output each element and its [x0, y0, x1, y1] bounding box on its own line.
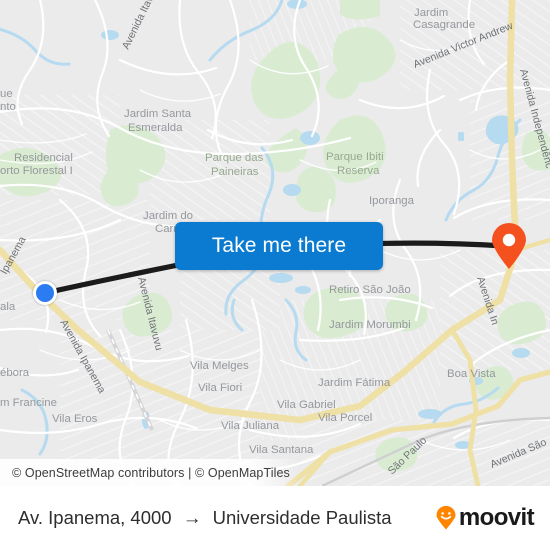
map-label: Vila Gabriel [277, 399, 336, 411]
map-label: Vila Eros [52, 413, 98, 425]
map-label: Boa Vista [447, 368, 496, 380]
moovit-pin-icon [436, 506, 456, 530]
map-label: Reserva [337, 165, 380, 177]
map-label: Casagrande [413, 19, 475, 31]
map-label: Vila Juliana [221, 420, 280, 432]
arrow-right-icon: → [182, 507, 202, 529]
map-attribution[interactable]: © OpenStreetMap contributors | © OpenMap… [0, 459, 300, 486]
take-me-there-button[interactable]: Take me there [175, 222, 383, 270]
map-label: ala [0, 301, 16, 313]
map-label: Jardim [414, 7, 448, 19]
map-label: Vila Santana [249, 444, 314, 456]
map-label: Parque das [205, 152, 264, 164]
map-label: nto [0, 101, 16, 113]
footer-bar: Av. Ipanema, 4000 → Universidade Paulist… [0, 486, 550, 550]
moovit-logo[interactable]: moovit [435, 504, 535, 532]
map-label: Paineiras [211, 166, 259, 178]
take-me-there-label: Take me there [211, 234, 347, 257]
map-label: Jardim Santa [124, 108, 192, 120]
map-label: Vila Porcel [318, 412, 372, 424]
map-label: Retiro São João [329, 284, 411, 296]
map-label: ébora [0, 367, 30, 379]
map-label: Vila Melges [190, 360, 249, 372]
map-label: Residencial [14, 152, 73, 164]
destination-pin-marker[interactable] [490, 222, 528, 270]
map-label: Jardim Morumbi [329, 319, 411, 331]
map-label: orto Florestal I [0, 165, 73, 177]
map-label: Vila Fiori [198, 382, 242, 394]
route-summary: Av. Ipanema, 4000 → Universidade Paulist… [18, 507, 392, 529]
map-screen: Avenida Itav Jardim Casagrande Avenida Vict… [0, 0, 550, 550]
map-canvas[interactable]: Avenida Itav Jardim Casagrande Avenida Vict… [0, 0, 550, 486]
map-label: Jardim do [143, 210, 193, 222]
map-label: Esmeralda [128, 122, 183, 134]
map-label: ue [0, 88, 13, 100]
map-label: Iporanga [369, 195, 415, 207]
origin-dot-marker[interactable] [33, 281, 57, 305]
map-label: Jardim Fátima [318, 377, 391, 389]
map-attribution-text: © OpenStreetMap contributors | © OpenMap… [12, 465, 290, 480]
moovit-wordmark: moovit [458, 504, 535, 531]
origin-label: Av. Ipanema, 4000 [18, 507, 172, 528]
map-label: m Francine [0, 397, 57, 409]
map-label: Parque Ibiti [326, 151, 384, 163]
destination-label: Universidade Paulista [212, 507, 392, 528]
